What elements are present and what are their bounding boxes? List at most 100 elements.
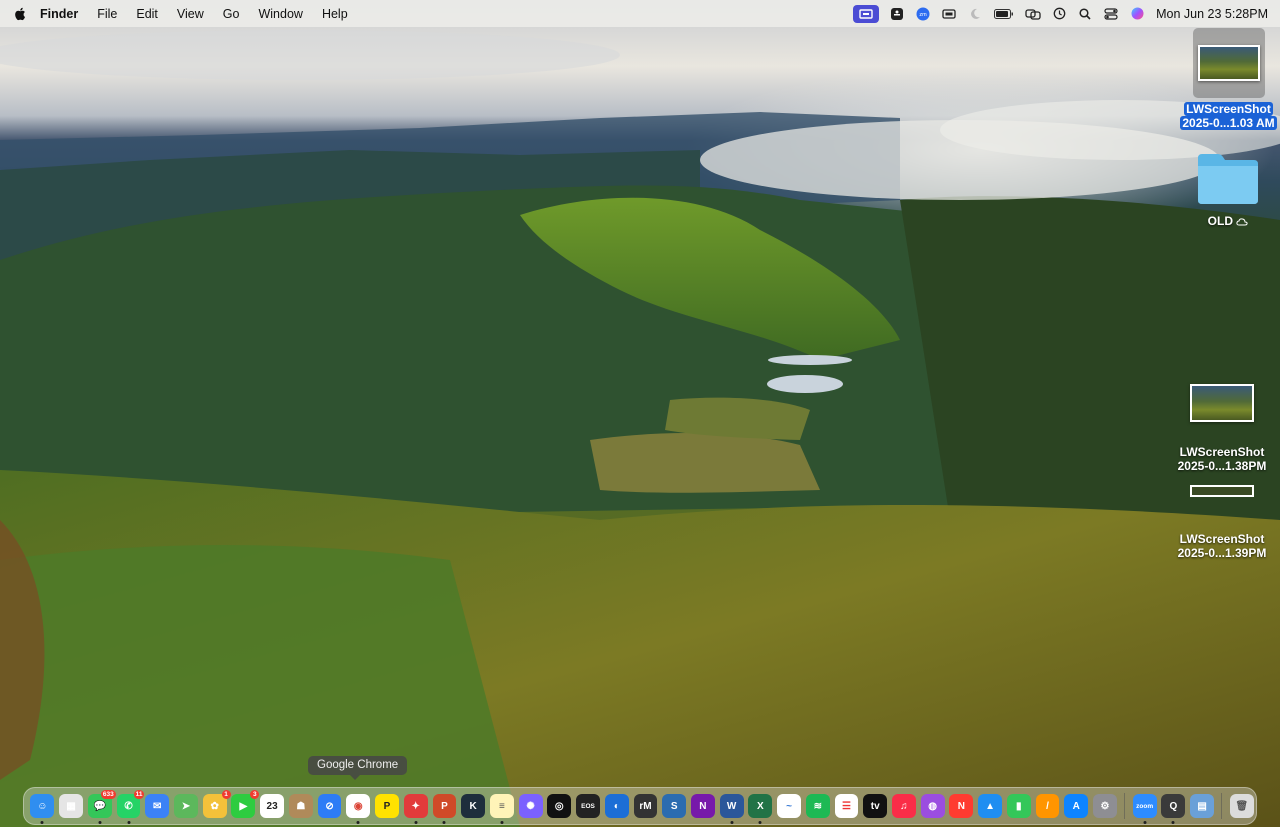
dock-app-launchpad[interactable]: ▦ bbox=[59, 794, 83, 818]
pages-icon: / bbox=[1046, 800, 1049, 812]
dock-app-numbers[interactable]: ▮ bbox=[1006, 794, 1031, 818]
keynote-icon: ▲ bbox=[985, 800, 996, 812]
dock-app-google-chrome[interactable]: ◉ bbox=[346, 794, 371, 824]
app-store-icon: A bbox=[1072, 800, 1080, 812]
dock-app-notes[interactable]: ≡ bbox=[489, 794, 514, 824]
desktop-item-sublabel: 2025-0...1.03 AM bbox=[1180, 116, 1277, 130]
mail-icon: ✉ bbox=[153, 800, 162, 812]
dock-app-camo[interactable]: ◎ bbox=[547, 794, 572, 818]
dock-app-facetime[interactable]: ▶ 3 bbox=[231, 790, 260, 818]
time-machine-icon[interactable] bbox=[1051, 7, 1067, 21]
screenshot-thumbnail bbox=[1193, 28, 1265, 98]
cloud-icon bbox=[1236, 215, 1248, 229]
dock-app-remarkable[interactable]: rM bbox=[633, 794, 658, 818]
dock-app-preview[interactable]: ▤ bbox=[1190, 794, 1215, 818]
desktop-item-sublabel: 2025-0...1.38PM bbox=[1177, 459, 1267, 473]
running-indicator bbox=[730, 821, 734, 824]
mindnode-icon: ✦ bbox=[411, 800, 420, 812]
running-indicator bbox=[758, 821, 762, 824]
dock-app-music[interactable]: ♫ bbox=[892, 794, 916, 818]
dock-app-scrivener[interactable]: S bbox=[662, 794, 687, 818]
search-icon[interactable] bbox=[1077, 7, 1093, 21]
dock-app-freeform[interactable]: ~ bbox=[777, 794, 801, 818]
desktop-item-screenshot-1[interactable]: LWScreenShot 2025-0...1.03 AM bbox=[1177, 28, 1280, 130]
dock-app-apple-tv[interactable]: tv bbox=[863, 794, 888, 818]
menu-go[interactable]: Go bbox=[223, 7, 240, 21]
notes-icon: ≡ bbox=[498, 800, 505, 812]
dock-app-postit[interactable]: P bbox=[375, 794, 399, 818]
numbers-icon: ▮ bbox=[1016, 800, 1022, 812]
dock-app-spotify[interactable]: ≋ bbox=[805, 794, 830, 818]
moon-icon[interactable] bbox=[967, 7, 983, 21]
running-indicator bbox=[500, 821, 504, 824]
dock-app-messages[interactable]: 💬 633 bbox=[87, 790, 116, 824]
desktop-item-label: LWScreenShot bbox=[1179, 445, 1265, 459]
whatsapp-icon: ✆ bbox=[124, 800, 133, 812]
desktop-item-screenshot-2[interactable]: LWScreenShot 2025-0...1.38PM bbox=[1168, 383, 1276, 473]
dock-app-podcasts[interactable]: ◍ bbox=[920, 794, 945, 818]
dock-app-safari[interactable]: ⊘ bbox=[317, 794, 342, 818]
dock-app-finder[interactable]: ☺ bbox=[30, 794, 55, 824]
display-icon[interactable] bbox=[941, 7, 957, 21]
screenshot-thumbnail bbox=[1189, 383, 1255, 423]
menu-window[interactable]: Window bbox=[258, 7, 302, 21]
dock-app-perplexity[interactable]: ✺ bbox=[518, 794, 543, 818]
control-center-icon[interactable] bbox=[1103, 7, 1119, 21]
siri-icon[interactable] bbox=[1129, 7, 1145, 21]
dock-app-whatsapp[interactable]: ✆ 11 bbox=[116, 790, 145, 824]
running-indicator bbox=[127, 821, 131, 824]
apple-logo-icon[interactable] bbox=[14, 7, 28, 21]
dock-app-app-store[interactable]: A bbox=[1064, 794, 1089, 818]
dock-app-screenflow[interactable]: ◐ bbox=[604, 794, 629, 818]
app-k-icon: K bbox=[469, 800, 477, 812]
accessibility-icon[interactable] bbox=[889, 7, 905, 21]
dock-app-word[interactable]: W bbox=[719, 794, 744, 824]
desktop-item-folder-old[interactable]: OLD bbox=[1180, 146, 1276, 229]
menu-edit[interactable]: Edit bbox=[136, 7, 158, 21]
postit-icon: P bbox=[383, 800, 391, 812]
trash-icon: 🗑 bbox=[1235, 800, 1249, 812]
battery-icon[interactable] bbox=[993, 7, 1015, 21]
desktop-item-screenshot-3[interactable]: LWScreenShot 2025-0...1.39PM bbox=[1168, 484, 1276, 560]
running-indicator bbox=[98, 821, 102, 824]
dock-app-pages[interactable]: / bbox=[1035, 794, 1060, 818]
running-indicator bbox=[1143, 821, 1147, 824]
dock-app-reminders[interactable]: ☰ bbox=[834, 794, 859, 818]
dock-tooltip: Google Chrome bbox=[308, 756, 408, 780]
menu-view[interactable]: View bbox=[177, 7, 204, 21]
menu-finder[interactable]: Finder bbox=[40, 7, 78, 21]
onenote-icon: N bbox=[699, 800, 707, 812]
folder-icon bbox=[1193, 146, 1263, 208]
dock-app-maps[interactable]: ➤ bbox=[174, 794, 198, 818]
dock-app-news[interactable]: N bbox=[949, 794, 974, 818]
dock-app-powerpoint[interactable]: P bbox=[432, 794, 457, 824]
dock-app-quicktime[interactable]: Q bbox=[1161, 794, 1186, 824]
desktop-item-sublabel: 2025-0...1.39PM bbox=[1177, 546, 1267, 560]
zoom-status-icon[interactable]: zm bbox=[915, 7, 931, 21]
dock-app-trash[interactable]: 🗑 bbox=[1229, 794, 1254, 818]
dock-app-keynote[interactable]: ▲ bbox=[978, 794, 1002, 818]
dock-app-onenote[interactable]: N bbox=[690, 794, 715, 818]
dock-app-eos-webcam[interactable]: EOS bbox=[576, 794, 600, 818]
apple-tv-icon: tv bbox=[870, 800, 880, 812]
dock-app-zoom[interactable]: zoom bbox=[1132, 794, 1157, 824]
facetime-icon: ▶ bbox=[239, 800, 248, 812]
screen-mirroring-icon[interactable] bbox=[1025, 7, 1041, 21]
menu-help[interactable]: Help bbox=[322, 7, 348, 21]
menubar-clock[interactable]: Mon Jun 23 5:28PM bbox=[1156, 7, 1268, 21]
dock-app-system-settings[interactable]: ⚙ bbox=[1093, 794, 1117, 818]
menu-file[interactable]: File bbox=[97, 7, 117, 21]
dock-app-app-k[interactable]: K bbox=[461, 794, 486, 818]
svg-text:zm: zm bbox=[919, 12, 927, 18]
screen-recording-icon[interactable] bbox=[853, 4, 880, 23]
dock-app-photos[interactable]: ✿ 1 bbox=[202, 790, 231, 818]
dock-app-contacts[interactable]: ☗ bbox=[288, 794, 313, 818]
dock-separator bbox=[1124, 793, 1126, 819]
podcasts-icon: ◍ bbox=[928, 800, 937, 812]
calendar-icon: 23 bbox=[266, 800, 278, 812]
dock-separator bbox=[1221, 793, 1223, 819]
dock-app-calendar[interactable]: 23 bbox=[260, 794, 285, 818]
dock-app-excel[interactable]: X bbox=[748, 794, 773, 824]
dock-app-mail[interactable]: ✉ bbox=[145, 794, 170, 818]
dock-app-mindnode[interactable]: ✦ bbox=[403, 794, 428, 824]
